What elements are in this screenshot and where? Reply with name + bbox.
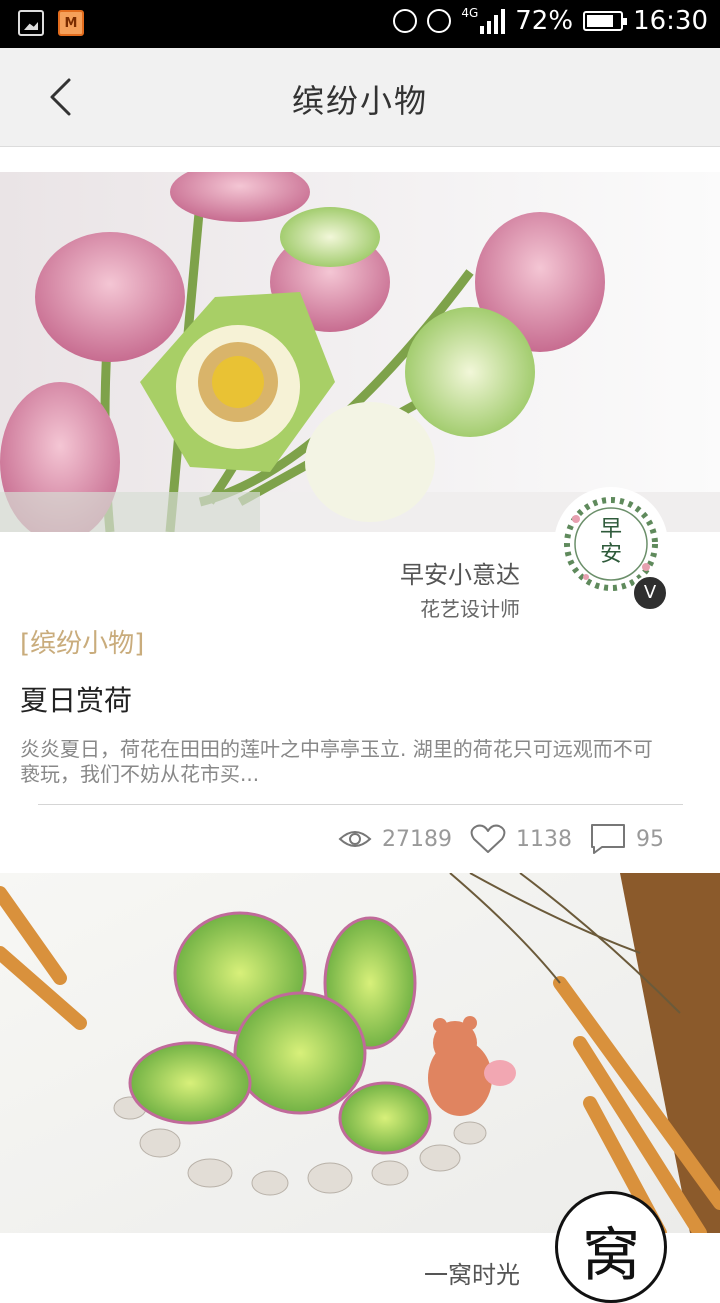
battery-percent: 72% xyxy=(515,6,574,36)
avatar-logo-text: 早安 xyxy=(599,517,622,567)
verified-badge: V xyxy=(632,575,668,611)
heart-icon[interactable] xyxy=(470,824,506,854)
views-count: 27189 xyxy=(382,826,452,852)
network-type: 4G xyxy=(461,6,479,20)
author-name[interactable]: 早安小意达 xyxy=(400,555,520,590)
previous-card-edge xyxy=(0,147,720,172)
post-card[interactable]: 早安小意达 花艺设计师 早安 V [缤纷小物] 夏日赏荷 炎炎夏日，荷花在田田的… xyxy=(0,147,720,873)
comments-count: 95 xyxy=(636,826,664,852)
battery-icon xyxy=(583,11,628,31)
author-name[interactable]: 一窝时光 xyxy=(424,1255,520,1290)
post-card[interactable]: 一窝时光 窝 xyxy=(0,873,720,1303)
app-notification-icon: M xyxy=(58,10,84,36)
views-stat: 27189 xyxy=(338,827,452,852)
eye-icon xyxy=(338,831,372,847)
status-bar: M 4G 72% 16:30 xyxy=(0,0,720,48)
navigation-bar: 缤纷小物 xyxy=(0,48,720,147)
post-title[interactable]: 夏日赏荷 xyxy=(20,679,132,719)
clock: 16:30 xyxy=(633,6,708,36)
post-cover-image[interactable] xyxy=(0,873,720,1233)
post-cover-image[interactable] xyxy=(0,172,720,532)
avatar-logo-text: 窝 xyxy=(581,1221,640,1289)
comment-icon[interactable] xyxy=(590,823,626,855)
page-title: 缤纷小物 xyxy=(291,82,428,120)
post-category[interactable]: [缤纷小物] xyxy=(20,623,144,660)
author-avatar[interactable]: 窝 xyxy=(555,1191,667,1303)
post-stats: 27189 1138 95 xyxy=(338,823,664,855)
comments-stat[interactable]: 95 xyxy=(590,823,664,855)
lotus-photo xyxy=(0,172,720,532)
post-excerpt: 炎炎夏日，荷花在田田的莲叶之中亭亭玉立. 湖里的荷花只可远观而不可亵玩，我们不妨… xyxy=(20,737,653,786)
no-sim-icon xyxy=(393,9,418,33)
alarm-icon xyxy=(427,9,452,33)
divider xyxy=(38,804,683,805)
likes-stat[interactable]: 1138 xyxy=(470,824,572,854)
likes-count: 1138 xyxy=(516,826,572,852)
author-title: 花艺设计师 xyxy=(420,597,520,621)
succulent-drawing xyxy=(0,873,720,1233)
gallery-notification-icon xyxy=(18,10,44,36)
signal-icon xyxy=(480,8,506,34)
